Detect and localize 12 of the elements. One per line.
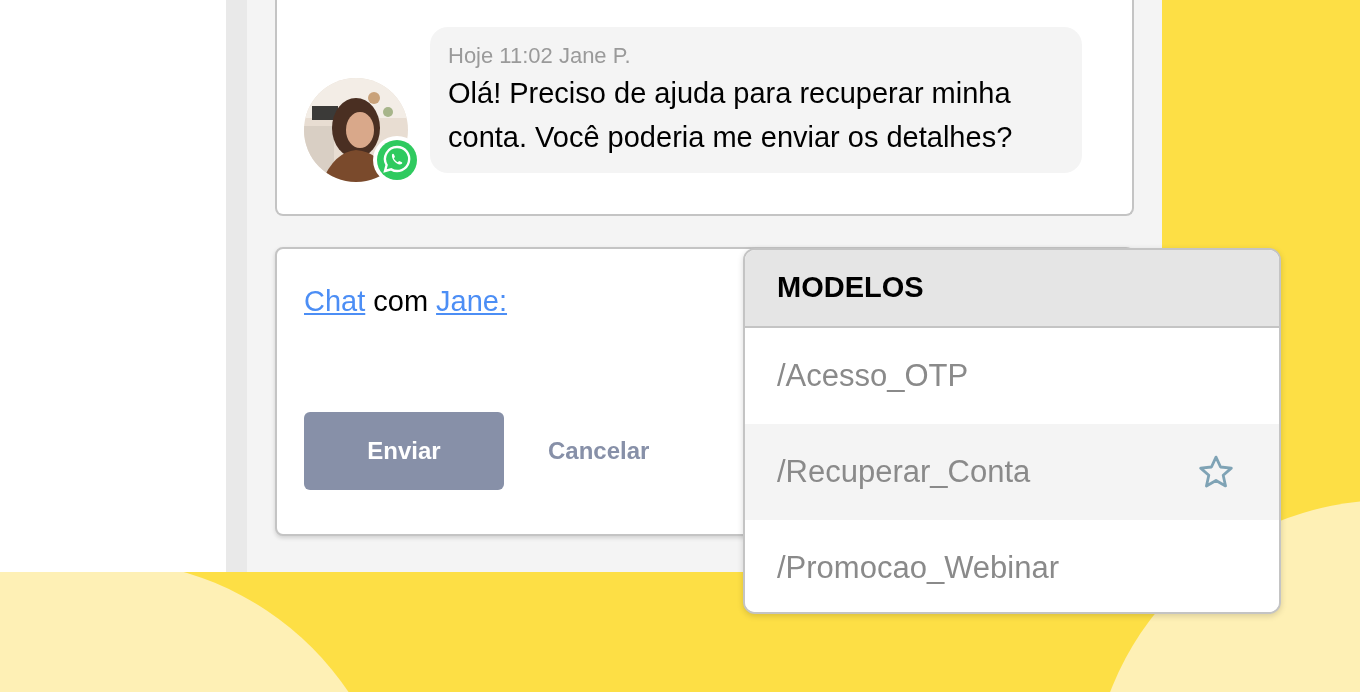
dropdown-title: MODELOS [777,270,924,306]
message-meta: Hoje 11:02 Jane P. [448,42,632,70]
composer-text: com [373,284,429,319]
template-item[interactable]: /Recuperar_Conta [745,424,1279,520]
link[interactable]: Chat [304,281,366,321]
send-button[interactable]: Enviar [304,412,504,490]
star-icon[interactable] [1197,454,1235,490]
link[interactable]: Jane: [436,281,507,321]
message-text: Olá! Preciso de ajuda para recuperar minha conta. Você poderia me enviar os detalhes? [448,76,1014,155]
template-item[interactable]: /Acesso_OTP [745,328,1279,424]
cancel-button[interactable]: Cancelar [548,433,650,469]
template-item[interactable]: /Promocao_Webinar [745,520,1279,612]
